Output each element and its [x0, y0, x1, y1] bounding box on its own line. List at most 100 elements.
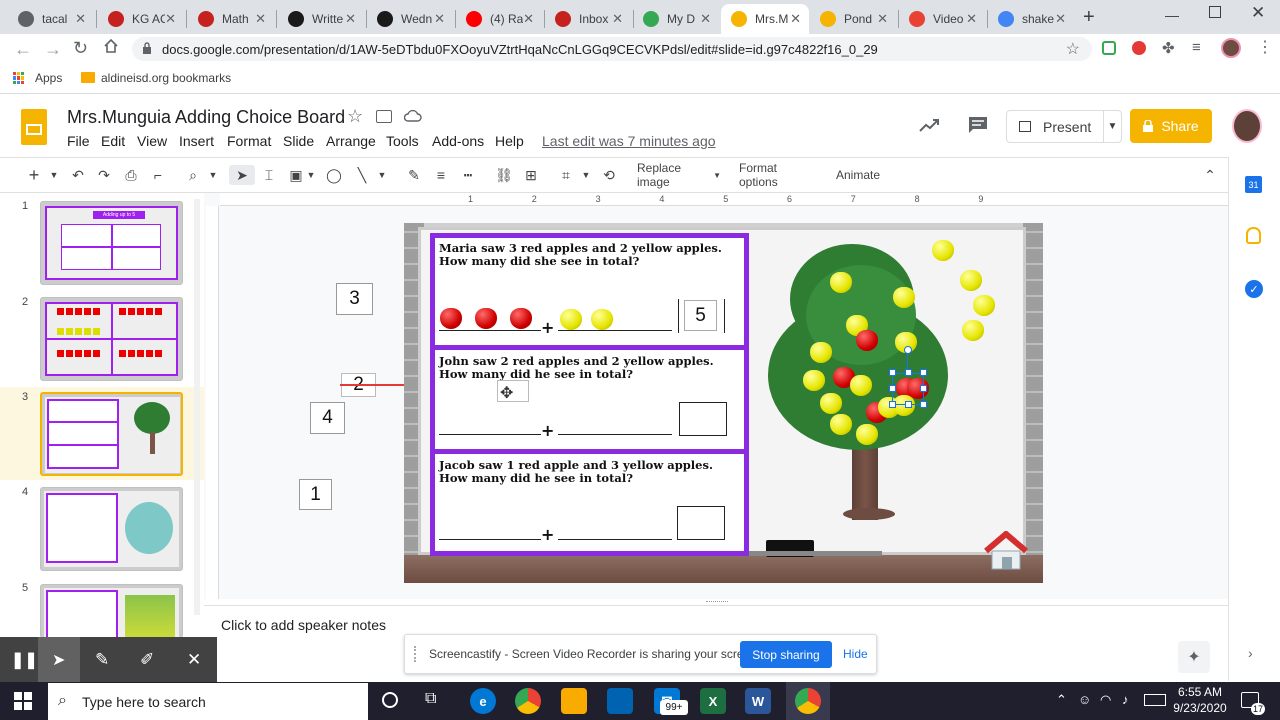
volume-icon[interactable]: ♪ — [1122, 692, 1129, 707]
resize-handle[interactable] — [905, 401, 912, 408]
slide-thumbnail-4[interactable] — [40, 487, 183, 571]
stop-sharing-button[interactable]: Stop sharing — [740, 641, 832, 668]
forward-icon[interactable]: → — [44, 39, 62, 60]
tab-close-icon[interactable]: ✕ — [700, 11, 711, 27]
close-annotation-icon[interactable]: ✕ — [187, 650, 201, 670]
menu-view[interactable]: View — [137, 133, 167, 149]
browser-tab-9[interactable]: Pond ✕ — [810, 4, 896, 34]
explore-icon[interactable]: ✦ — [1178, 641, 1210, 673]
tab-close-icon[interactable]: ✕ — [434, 11, 445, 27]
answer-box-2[interactable] — [679, 402, 727, 436]
slide-thumbnail-3[interactable] — [40, 392, 183, 476]
edge-icon[interactable]: e — [470, 688, 496, 714]
notes-resize-grip[interactable] — [706, 601, 728, 604]
speaker-notes-placeholder[interactable]: Click to add speaker notes — [221, 617, 386, 633]
keyboard-icon[interactable] — [1144, 694, 1166, 706]
comments-icon[interactable] — [967, 115, 989, 140]
word-icon[interactable]: W — [745, 688, 771, 714]
chrome-taskbar-icon[interactable] — [515, 688, 541, 714]
number-card-1[interactable]: 1 — [299, 479, 332, 510]
question-2-text[interactable]: John saw 2 red apples and 2 yellow apple… — [439, 355, 739, 381]
home-icon[interactable] — [103, 38, 119, 59]
browser-tab-8[interactable]: Mrs.M ✕ — [721, 4, 809, 34]
media-queue-icon[interactable]: ≡ — [1192, 39, 1201, 56]
home-house-icon[interactable] — [983, 530, 1029, 576]
print-icon[interactable]: ⎙ — [121, 165, 141, 185]
extension-green-icon[interactable] — [1102, 41, 1116, 55]
answer-box-3[interactable] — [677, 506, 725, 540]
menu-format[interactable]: Format — [227, 133, 271, 149]
screencastify-extension-icon[interactable] — [1132, 41, 1146, 55]
bookmark-folder-aldine[interactable]: aldineisd.org bookmarks — [101, 71, 231, 85]
hide-button[interactable]: Hide — [843, 647, 868, 661]
reset-image-icon[interactable]: ⟲ — [599, 165, 619, 185]
resize-handle[interactable] — [889, 385, 896, 392]
pen-tool-icon[interactable]: ✎ — [95, 650, 109, 670]
new-slide-dropdown-icon[interactable]: ▼ — [48, 165, 60, 185]
expand-panel-icon[interactable]: › — [1248, 645, 1253, 661]
animate-button[interactable]: Animate — [836, 165, 886, 185]
question-3-text[interactable]: Jacob saw 1 red apple and 3 yellow apple… — [439, 459, 739, 485]
zoom-icon[interactable]: ⌕ — [183, 165, 203, 185]
new-slide-icon[interactable]: + — [26, 165, 42, 185]
rotate-handle[interactable] — [904, 346, 912, 354]
windows-start-icon[interactable] — [14, 692, 32, 715]
number-card-3[interactable]: 3 — [336, 283, 373, 315]
border-color-icon[interactable]: ✎ — [404, 165, 424, 185]
menu-insert[interactable]: Insert — [179, 133, 214, 149]
crop-icon[interactable]: ⌗ — [556, 165, 576, 185]
chrome-menu-icon[interactable]: ⋮ — [1257, 37, 1273, 57]
cursor-tool-icon[interactable]: ➤ — [52, 650, 65, 670]
move-folder-icon[interactable] — [376, 110, 392, 123]
slide-thumbnail-5[interactable] — [40, 584, 183, 638]
browser-tab-10[interactable]: Video ✕ — [899, 4, 985, 34]
tab-close-icon[interactable]: ✕ — [165, 11, 176, 27]
answer-card-5[interactable]: 5 — [684, 300, 717, 331]
paint-format-icon[interactable]: ⌐ — [148, 165, 168, 185]
wifi-icon[interactable]: ◠ — [1100, 692, 1111, 708]
browser-tab-1[interactable]: KG AC ✕ — [98, 4, 184, 34]
tasks-icon[interactable]: ✓ — [1245, 280, 1263, 298]
zoom-dropdown-icon[interactable]: ▼ — [207, 165, 219, 185]
profile-avatar[interactable] — [1221, 38, 1241, 58]
address-bar[interactable]: docs.google.com/presentation/d/1AW-5eDTb… — [132, 37, 1092, 61]
menu-arrange[interactable]: Arrange — [326, 133, 376, 149]
new-tab-button[interactable]: + — [1083, 6, 1095, 29]
people-icon[interactable]: ☺ — [1078, 692, 1091, 707]
apps-bookmark[interactable]: Apps — [35, 71, 62, 85]
share-button[interactable]: Share — [1130, 109, 1212, 143]
tab-close-icon[interactable]: ✕ — [255, 11, 266, 27]
browser-tab-2[interactable]: Math ✕ — [188, 4, 274, 34]
tab-close-icon[interactable]: ✕ — [790, 11, 801, 27]
tab-close-icon[interactable]: ✕ — [966, 11, 977, 27]
clock[interactable]: 6:55 AM 9/23/2020 — [1170, 684, 1230, 716]
image-icon[interactable]: ▣ — [286, 165, 306, 185]
banner-drag-handle[interactable] — [414, 646, 418, 662]
resize-handle[interactable] — [920, 401, 927, 408]
tab-close-icon[interactable]: ✕ — [523, 11, 534, 27]
browser-tab-11[interactable]: shake ✕ — [988, 4, 1074, 34]
replace-image-button[interactable]: Replace image ▼ — [637, 161, 721, 189]
collapse-toolbar-icon[interactable]: ⌃ — [1200, 165, 1220, 185]
store-icon[interactable] — [607, 688, 633, 714]
tab-close-icon[interactable]: ✕ — [877, 11, 888, 27]
highlighter-tool-icon[interactable]: ✐ — [140, 650, 154, 670]
border-weight-icon[interactable]: ≡ — [431, 165, 451, 185]
filmstrip-scrollbar[interactable] — [194, 199, 200, 615]
slides-logo[interactable] — [21, 109, 47, 145]
redo-icon[interactable]: ↷ — [94, 165, 114, 185]
menu-slide[interactable]: Slide — [283, 133, 314, 149]
menu-help[interactable]: Help — [495, 133, 524, 149]
menu-addons[interactable]: Add-ons — [432, 133, 484, 149]
shape-icon[interactable]: ◯ — [324, 165, 344, 185]
tab-close-icon[interactable]: ✕ — [345, 11, 356, 27]
resize-handle[interactable] — [889, 369, 896, 376]
link-icon[interactable]: ⛓ — [494, 165, 514, 185]
calendar-icon[interactable]: 31 — [1245, 176, 1262, 193]
slide-thumbnail-2[interactable] — [40, 297, 183, 381]
close-window-button[interactable]: ✕ — [1251, 3, 1265, 23]
browser-tab-6[interactable]: Inbox ✕ — [545, 4, 631, 34]
taskbar-search[interactable]: ⌕ Type here to search — [48, 683, 368, 720]
add-comment-icon[interactable]: ⊞ — [521, 165, 541, 185]
browser-tab-3[interactable]: Writte ✕ — [278, 4, 364, 34]
